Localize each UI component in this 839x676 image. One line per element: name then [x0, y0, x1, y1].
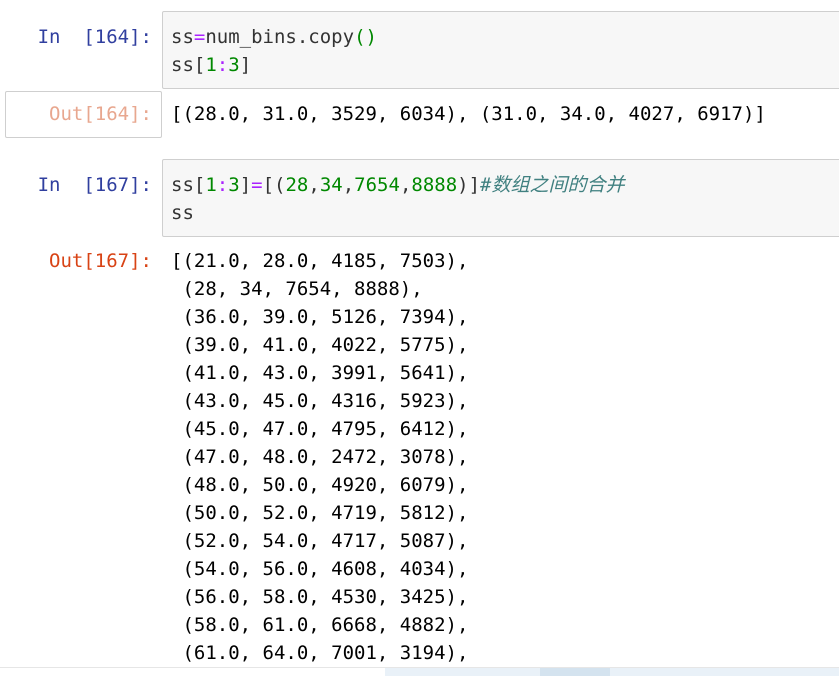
output-line: (45.0, 47.0, 4795, 6412), [171, 418, 469, 440]
output-line: (58.0, 61.0, 6668, 4882), [171, 614, 469, 636]
output-line: (54.0, 56.0, 4608, 4034), [171, 558, 469, 580]
cell-1-in-prompt: In [164]: [37, 26, 152, 48]
code-token: ss [171, 26, 194, 48]
output-line: (50.0, 52.0, 4719, 5812), [171, 502, 469, 524]
code-token: ss[ [171, 174, 206, 196]
code-paren: () [354, 26, 377, 48]
code-number: 28 [285, 174, 309, 196]
cell-2-in-prompt: In [167]: [37, 174, 152, 196]
output-line: (48.0, 50.0, 4920, 6079), [171, 474, 469, 496]
code-token: ] [239, 54, 252, 76]
code-number: 7654 [354, 174, 400, 196]
output-line: (56.0, 58.0, 4530, 3425), [171, 586, 469, 608]
output-line: (52.0, 54.0, 4717, 5087), [171, 530, 469, 552]
code-number: 3 [228, 54, 240, 76]
code-comment: #数组之间的合并 [480, 174, 625, 196]
code-operator: : [216, 174, 229, 196]
output-line: (61.0, 64.0, 7001, 3194), [171, 642, 469, 664]
output-line: (47.0, 48.0, 2472, 3078), [171, 446, 469, 468]
code-token: ss [171, 202, 194, 224]
code-operator: = [193, 26, 206, 48]
code-number: 34 [319, 174, 343, 196]
cell-2-out-prompt: Out[167]: [49, 250, 152, 272]
cell-2-code-input[interactable]: ss[1:3]=[(28,34,7654,8888)]#数组之间的合并 ss [162, 159, 839, 237]
output-line: (36.0, 39.0, 5126, 7394), [171, 306, 469, 328]
code-number: 3 [228, 174, 240, 196]
horizontal-scrollbar-track[interactable] [385, 668, 839, 676]
code-token: )] [457, 174, 481, 196]
output-line: (43.0, 45.0, 4316, 5923), [171, 390, 469, 412]
cell-1-code-input[interactable]: ss=num_bins.copy() ss[1:3] [162, 11, 839, 89]
code-token: [( [262, 174, 286, 196]
output-line: [(21.0, 28.0, 4185, 7503), [171, 250, 469, 272]
code-token: ] [239, 174, 252, 196]
cell-1-output-text: [(28.0, 31.0, 3529, 6034), (31.0, 34.0, … [171, 103, 766, 125]
horizontal-scrollbar-thumb[interactable] [540, 668, 610, 676]
code-number: 1 [205, 54, 217, 76]
code-token: num_bins.copy [205, 26, 355, 48]
cell-1-out-prompt: Out[164]: [49, 103, 152, 125]
cell-1-code-line-2: ss[1:3] [171, 51, 839, 79]
cell-2-code-line-1: ss[1:3]=[(28,34,7654,8888)]#数组之间的合并 [171, 174, 625, 196]
cell-1-code-line-1: ss=num_bins.copy() [171, 23, 839, 51]
cell-2-code-line-2: ss [171, 199, 839, 227]
code-number: 8888 [411, 174, 458, 196]
output-line: (41.0, 43.0, 3991, 5641), [171, 362, 469, 384]
code-operator: = [251, 174, 263, 196]
code-number: 1 [205, 174, 217, 196]
output-line: (28, 34, 7654, 8888), [171, 278, 423, 300]
output-line: (39.0, 41.0, 4022, 5775), [171, 334, 469, 356]
code-operator: : [216, 54, 229, 76]
code-token: ss[ [171, 54, 206, 76]
